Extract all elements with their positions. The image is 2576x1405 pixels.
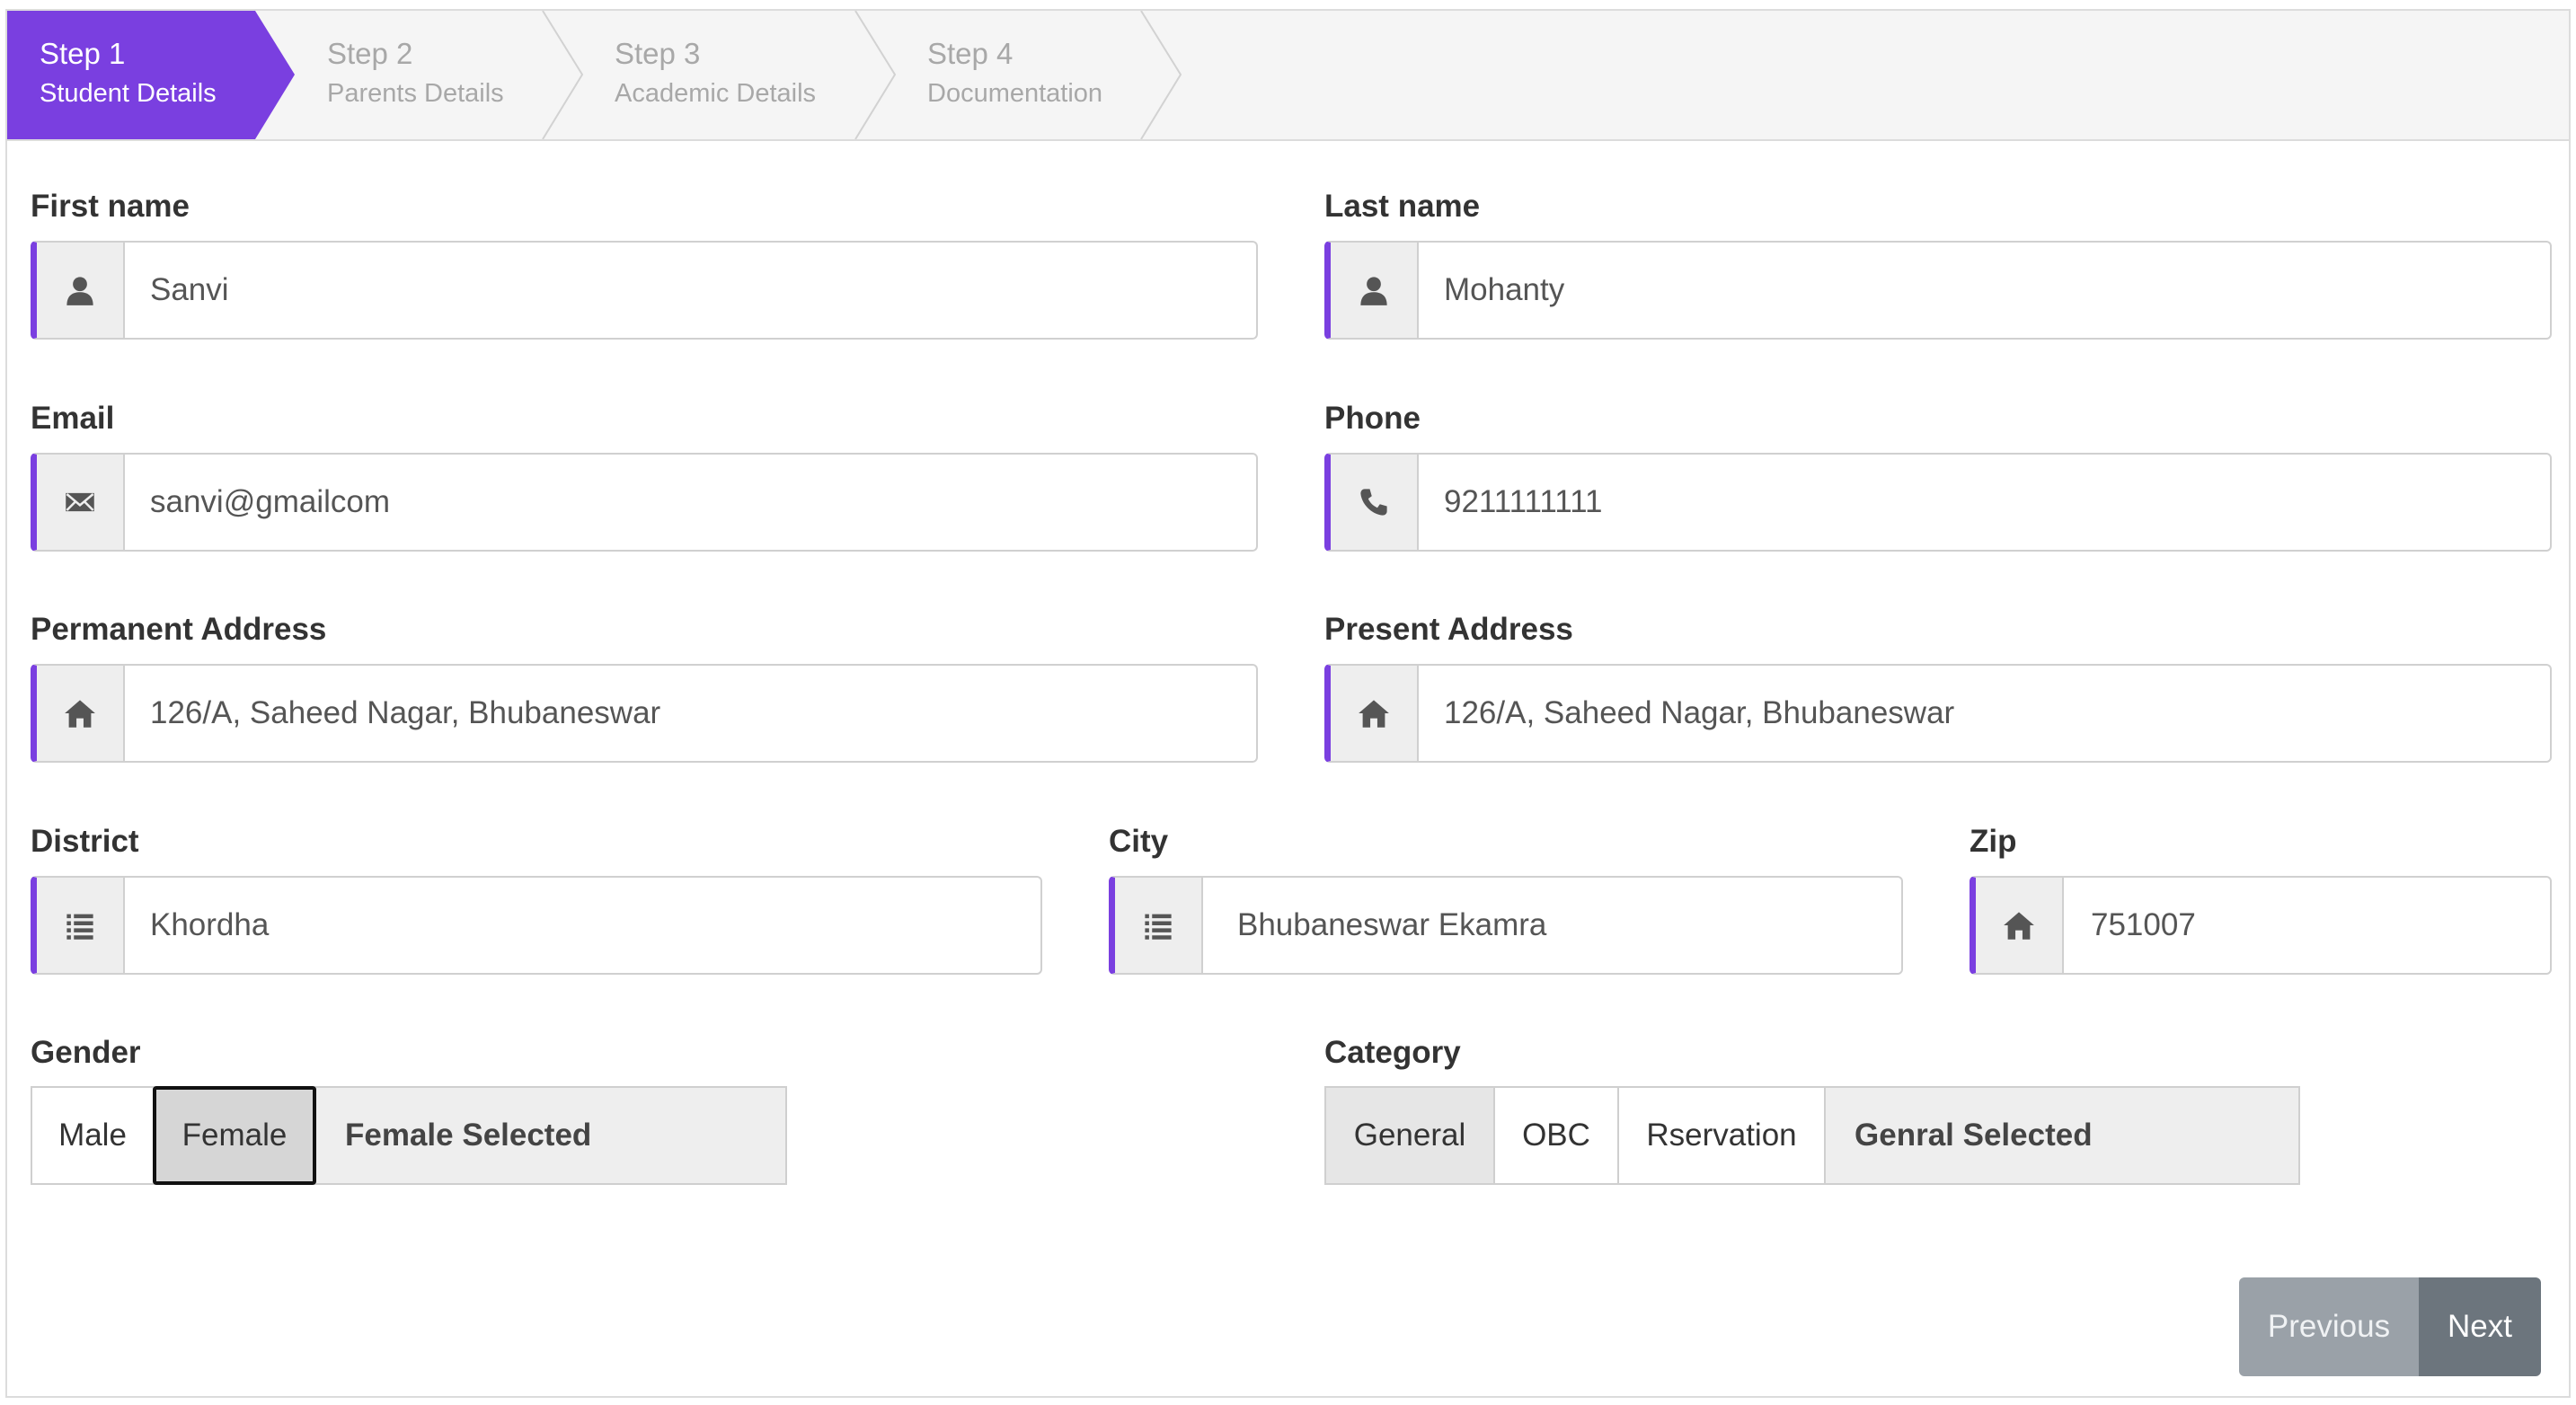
step-2-separator	[542, 11, 584, 139]
phone-icon	[1331, 455, 1419, 550]
step-name: Documentation	[927, 79, 1103, 108]
step-number: Step 4	[927, 37, 1014, 70]
envelope-icon	[37, 455, 125, 550]
district-input[interactable]: Khordha	[150, 878, 269, 973]
list-icon	[37, 878, 125, 973]
step-name: Student Details	[40, 79, 217, 108]
phone-label: Phone	[1324, 401, 1421, 436]
first-name-label: First name	[31, 189, 190, 224]
permanent-address-input[interactable]: 126/A, Saheed Nagar, Bhubaneswar	[150, 666, 660, 761]
gender-female-button[interactable]: Female	[153, 1086, 316, 1185]
gender-status: Female Selected	[314, 1086, 787, 1185]
step-name: Parents Details	[327, 79, 504, 108]
user-icon	[1331, 243, 1419, 338]
zip-field[interactable]: 751007	[1970, 876, 2552, 975]
phone-input[interactable]: 9211111111	[1444, 455, 1602, 550]
category-label: Category	[1324, 1035, 1461, 1070]
phone-field[interactable]: 9211111111	[1324, 453, 2552, 552]
district-label: District	[31, 824, 139, 859]
home-icon	[1331, 666, 1419, 761]
first-name-input[interactable]: Sanvi	[150, 243, 229, 338]
last-name-field[interactable]: Mohanty	[1324, 241, 2552, 340]
home-icon	[1976, 878, 2064, 973]
user-icon	[37, 243, 125, 338]
zip-label: Zip	[1970, 824, 2017, 859]
first-name-field[interactable]: Sanvi	[31, 241, 1258, 340]
step-progress-bar: Step 1 Student Details Step 2 Parents Deta…	[7, 11, 2569, 141]
category-reservation-button[interactable]: Rservation	[1617, 1086, 1826, 1185]
gender-male-button[interactable]: Male	[31, 1086, 155, 1185]
zip-input[interactable]: 751007	[2091, 878, 2196, 973]
gender-button-group: Male Female Female Selected	[31, 1086, 787, 1185]
category-general-button[interactable]: General	[1324, 1086, 1495, 1185]
registration-panel: Step 1 Student Details Step 2 Parents Deta…	[5, 9, 2571, 1398]
step-number: Step 3	[615, 37, 701, 70]
category-button-group: General OBC Rservation Genral Selected	[1324, 1086, 2300, 1185]
category-obc-button[interactable]: OBC	[1493, 1086, 1619, 1185]
email-field[interactable]: sanvi@gmailcom	[31, 453, 1258, 552]
home-icon	[37, 666, 125, 761]
city-field[interactable]: Bhubaneswar Ekamra	[1109, 876, 1903, 975]
previous-button[interactable]: Previous	[2239, 1277, 2419, 1376]
permanent-address-label: Permanent Address	[31, 612, 327, 647]
category-status: Genral Selected	[1824, 1086, 2300, 1185]
step-4-separator	[1140, 11, 1182, 139]
step-number: Step 2	[327, 37, 413, 70]
permanent-address-field[interactable]: 126/A, Saheed Nagar, Bhubaneswar	[31, 664, 1258, 763]
list-icon	[1115, 878, 1203, 973]
present-address-field[interactable]: 126/A, Saheed Nagar, Bhubaneswar	[1324, 664, 2552, 763]
last-name-label: Last name	[1324, 189, 1481, 224]
step-number: Step 1	[40, 37, 126, 70]
wizard-navigation: Previous Next	[2239, 1277, 2541, 1376]
city-label: City	[1109, 824, 1169, 859]
district-field[interactable]: Khordha	[31, 876, 1042, 975]
next-button[interactable]: Next	[2419, 1277, 2541, 1376]
step-name: Academic Details	[615, 79, 817, 108]
city-input[interactable]: Bhubaneswar Ekamra	[1237, 878, 1546, 973]
gender-label: Gender	[31, 1035, 141, 1070]
email-label: Email	[31, 401, 115, 436]
present-address-input[interactable]: 126/A, Saheed Nagar, Bhubaneswar	[1444, 666, 1954, 761]
email-input[interactable]: sanvi@gmailcom	[150, 455, 390, 550]
last-name-input[interactable]: Mohanty	[1444, 243, 1564, 338]
step-3-separator	[854, 11, 897, 139]
present-address-label: Present Address	[1324, 612, 1573, 647]
